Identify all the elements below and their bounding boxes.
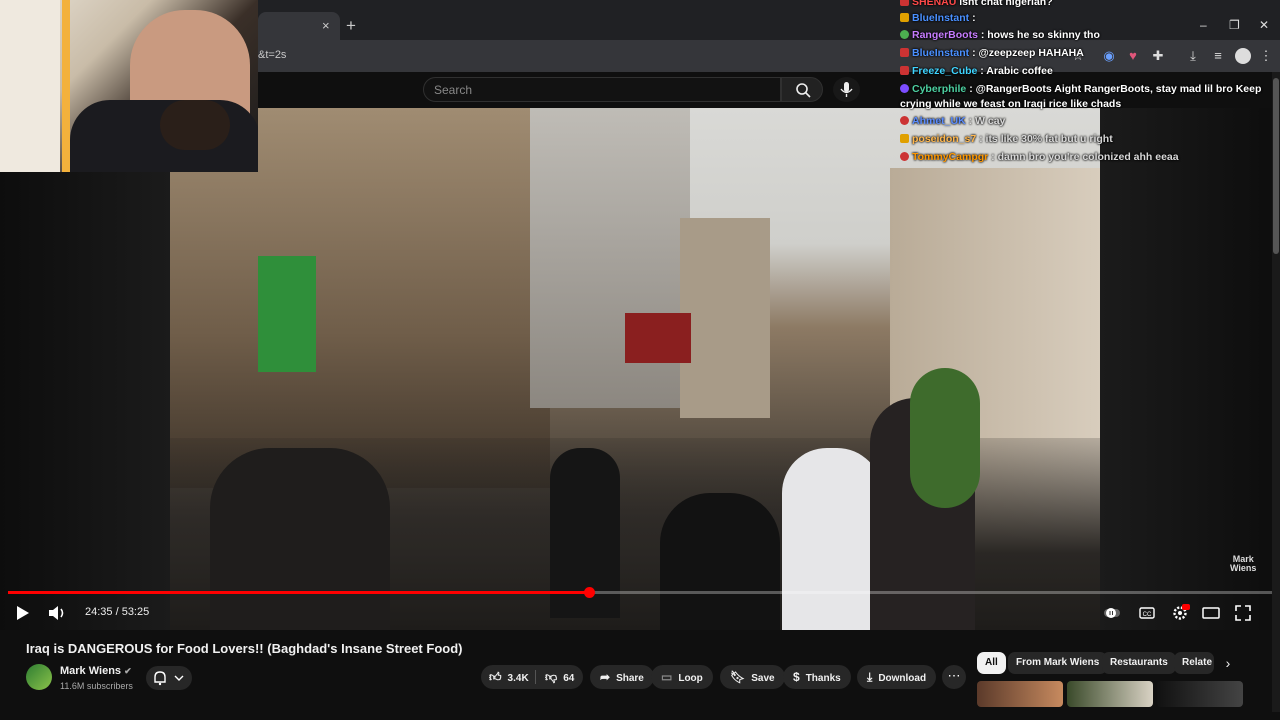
url-text[interactable]: &t=2s	[258, 49, 286, 61]
progress-played	[8, 591, 590, 594]
channel-name[interactable]: Mark Wiens ✔	[60, 665, 132, 677]
more-actions-button[interactable]: ⋯	[942, 665, 966, 689]
svg-text:CC: CC	[1143, 612, 1152, 618]
subtitles-button[interactable]: CC	[1137, 603, 1157, 623]
chip-restaurants[interactable]: Restaurants	[1102, 652, 1176, 674]
search-icon	[796, 83, 811, 98]
share-icon: ➦	[600, 670, 611, 684]
divider	[535, 670, 536, 684]
play-button[interactable]	[12, 603, 32, 623]
thanks-button[interactable]: $ Thanks	[783, 665, 851, 689]
new-tab-button[interactable]: +	[346, 16, 356, 36]
fullscreen-button[interactable]	[1233, 603, 1253, 623]
channel-watermark[interactable]: Mark Wiens	[1230, 555, 1256, 573]
verified-icon: ✔	[124, 666, 132, 676]
channel-avatar[interactable]	[26, 664, 52, 690]
search-placeholder: Search	[434, 83, 473, 97]
volume-icon	[49, 606, 64, 620]
loop-icon: ▭	[661, 670, 673, 684]
chip-related[interactable]: Relate	[1174, 652, 1214, 674]
notifications-button[interactable]	[146, 666, 192, 690]
thumbs-down-icon: 👎︎	[545, 670, 558, 684]
autoplay-icon	[1104, 608, 1120, 618]
time-display: 24:35 / 53:25	[85, 606, 150, 618]
thanks-icon: $	[793, 670, 800, 684]
chevron-right-icon[interactable]: ›	[1218, 652, 1238, 674]
subscriber-count: 11.6M subscribers	[60, 681, 133, 691]
gear-icon	[1173, 604, 1190, 620]
save-label: Save	[751, 673, 775, 684]
download-icon: ⤓	[867, 670, 873, 684]
chat-message: TommyCampgr : damn bro you're colonized …	[900, 151, 1179, 163]
watermark-line: Wiens	[1230, 563, 1257, 573]
tab-close-icon[interactable]: ×	[322, 18, 330, 33]
chat-message: RangerBoots : hows he so skinny tho	[900, 29, 1100, 41]
chat-message: BlueInstant : @zeepzeep HAHAHA	[900, 47, 1084, 59]
scrollbar-thumb[interactable]	[1273, 78, 1279, 254]
video-frame[interactable]	[170, 108, 1100, 630]
chat-message: Cyberphile : @RangerBoots Aight RangerBo…	[900, 83, 1261, 95]
like-count: 3.4K	[507, 673, 529, 684]
chip-all[interactable]: All	[977, 652, 1006, 674]
loop-label: Loop	[678, 673, 703, 684]
thanks-label: Thanks	[805, 673, 841, 684]
thumbs-up-icon: 👍︎	[489, 670, 502, 684]
video-letterbox-left	[0, 108, 170, 630]
play-icon	[17, 606, 29, 620]
video-letterbox-right	[1100, 108, 1280, 630]
chat-message-continuation: crying while we feast on Iraqi rice like…	[900, 98, 1122, 110]
loop-button[interactable]: ▭ Loop	[651, 665, 713, 689]
recommended-thumbnail[interactable]	[977, 681, 1063, 707]
search-button[interactable]	[781, 77, 823, 102]
autoplay-toggle[interactable]	[1102, 603, 1122, 623]
search-input[interactable]	[423, 77, 781, 102]
dislike-button[interactable]: 👎︎ 64	[537, 665, 583, 689]
theater-icon	[1202, 607, 1220, 619]
settings-button[interactable]	[1170, 603, 1190, 623]
share-button[interactable]: ➦ Share	[590, 665, 654, 689]
channel-name-text: Mark Wiens	[60, 665, 122, 677]
bell-icon	[154, 671, 184, 686]
video-title: Iraq is DANGEROUS for Food Lovers!! (Bag…	[26, 641, 463, 656]
like-dislike-group: 👍︎ 3.4K 👎︎ 64	[481, 665, 583, 689]
chat-message: SHENAU isnt chat nigerian?	[900, 0, 1053, 8]
microphone-icon	[840, 82, 853, 97]
chat-message: Ahmet_UK : W cay	[900, 115, 1005, 127]
download-label: Download	[878, 673, 927, 684]
theater-mode-button[interactable]	[1201, 603, 1221, 623]
recommended-thumbnail[interactable]	[1157, 681, 1243, 707]
voice-search-button[interactable]	[833, 77, 860, 102]
chat-overlay: SHENAU isnt chat nigerian? BlueInstant :…	[898, 0, 1280, 170]
download-button[interactable]: ⤓ Download	[857, 665, 937, 689]
fullscreen-icon	[1235, 605, 1251, 621]
bookmark-icon: 🔖︎	[730, 670, 746, 684]
dislike-count: 64	[563, 673, 575, 684]
volume-button[interactable]	[46, 603, 68, 623]
webcam-overlay	[0, 0, 258, 172]
chip-from-channel[interactable]: From Mark Wiens	[1008, 652, 1108, 674]
chat-message: Freeze_Cube : Arabic coffee	[900, 65, 1053, 77]
recommended-thumbnail[interactable]	[1067, 681, 1153, 707]
captions-icon: CC	[1139, 607, 1155, 619]
chat-message: poseidon_s7 : its like 30% fat but u rig…	[900, 133, 1113, 145]
like-button[interactable]: 👍︎ 3.4K	[481, 665, 535, 689]
share-label: Share	[616, 673, 644, 684]
chat-message: BlueInstant :	[900, 12, 976, 24]
save-button[interactable]: 🔖︎ Save	[720, 665, 785, 689]
